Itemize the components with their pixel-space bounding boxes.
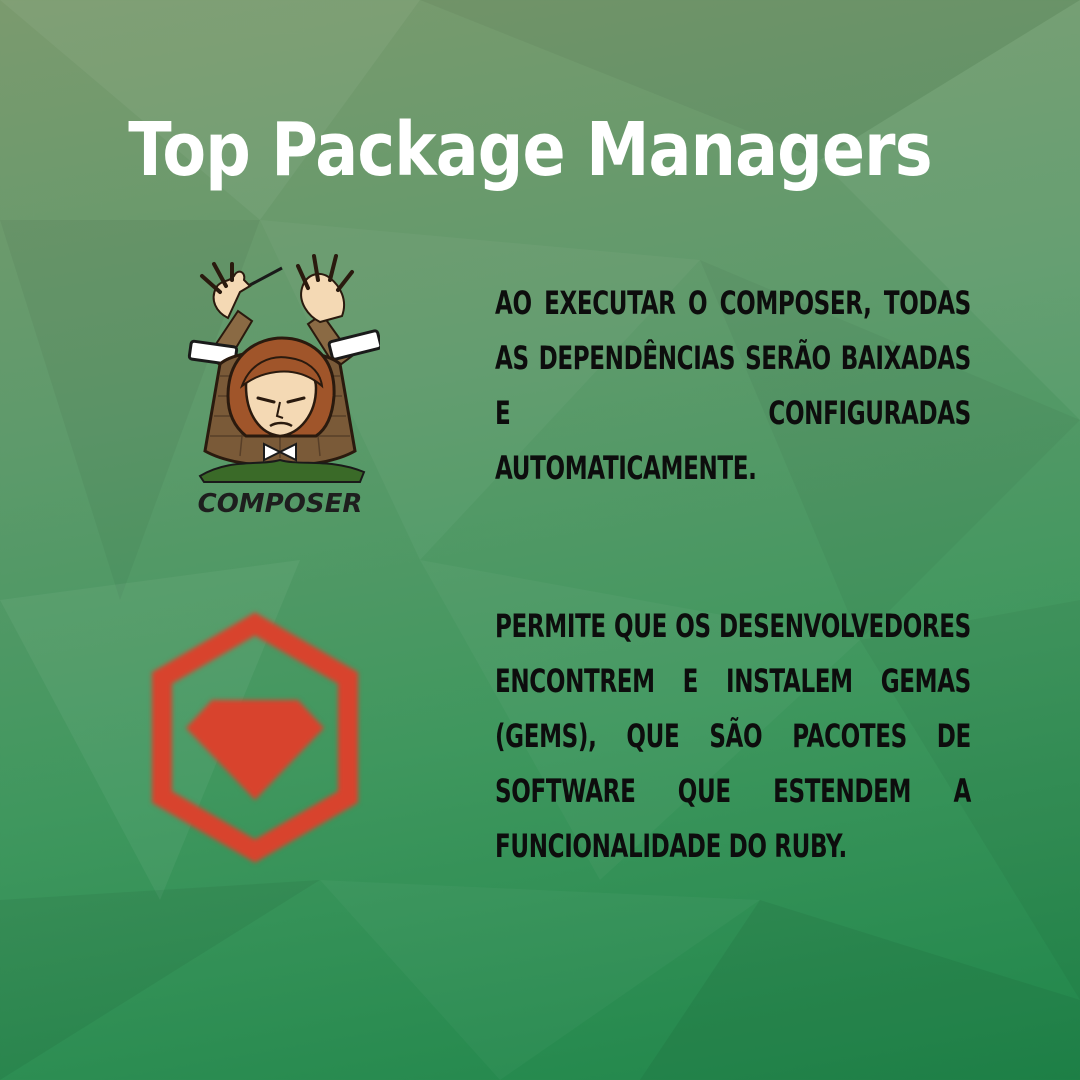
page-title: Top Package Managers <box>128 107 932 193</box>
rubygems-description: PERMITE QUE OS DESENVOLVEDORES ENCONTREM… <box>495 599 971 874</box>
composer-logo-icon: COMPOSER <box>187 254 380 519</box>
rubygems-logo-icon <box>152 612 358 863</box>
composer-description: AO EXECUTAR O COMPOSER, TODAS AS DEPENDÊ… <box>495 276 971 496</box>
composer-description-text: AO EXECUTAR O COMPOSER, TODAS AS DEPENDÊ… <box>495 284 971 487</box>
rubygems-description-text: PERMITE QUE OS DESENVOLVEDORES ENCONTREM… <box>495 607 971 865</box>
composer-logo-text: COMPOSER <box>198 489 363 519</box>
